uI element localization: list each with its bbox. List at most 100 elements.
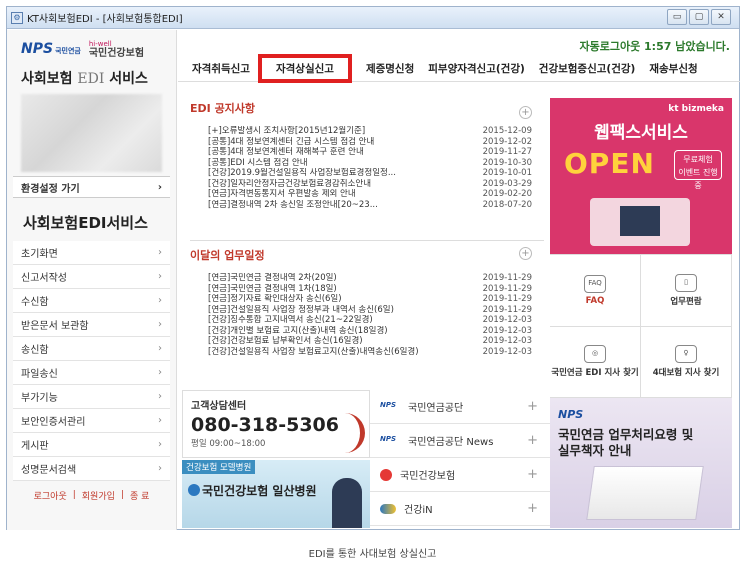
app-window: ⚙ KT사회보험EDI - [사회보험통합EDI] ▭ ▢ ✕ NPS 국민연금 … bbox=[6, 6, 740, 530]
ad-badge: 무료체험 이벤트 진행중 bbox=[674, 150, 722, 190]
plus-icon: + bbox=[527, 467, 538, 482]
user-info-blurred bbox=[21, 94, 162, 172]
notice-item[interactable]: [공통]4대 정보연계센터 재해복구 훈련 안내 2019-11-27 bbox=[208, 147, 532, 158]
manual-title: 국민연금 업무처리요령 및 실무책자 안내 bbox=[558, 427, 694, 458]
sidebar-item-home[interactable]: 초기화면 › bbox=[13, 241, 170, 265]
plus-icon: + bbox=[527, 501, 538, 516]
signup-link[interactable]: 회원가입 bbox=[82, 489, 115, 502]
schedule-item[interactable]: [건강]건설일용직 사업장 보험료고지(산출)내역송신(6일경) 2019-12-… bbox=[208, 347, 532, 358]
chevron-right-icon: › bbox=[157, 181, 162, 193]
four-insurance-branch-link[interactable]: ♀ 4대보험 지사 찾기 bbox=[641, 326, 732, 398]
sidebar-item-certificates[interactable]: 보안인증서관리 › bbox=[13, 409, 170, 433]
sidebar-item-outbox[interactable]: 송신함 › bbox=[13, 337, 170, 361]
chevron-right-icon: › bbox=[158, 367, 162, 378]
model-hospital-banner[interactable]: 건강보험 모델병원 국민건강보험 일산병원 bbox=[182, 460, 370, 528]
notice-panel: EDI 공지사항 + [+]오류발생시 조치사항[2015년12월기준] 2015… bbox=[190, 100, 544, 240]
sidebar-item-doc-search[interactable]: 성명문서검색 › bbox=[13, 457, 170, 481]
chevron-right-icon: › bbox=[158, 415, 162, 426]
minimize-button[interactable]: ▭ bbox=[667, 9, 687, 25]
window-title: KT사회보험EDI - [사회보험통합EDI] bbox=[27, 14, 183, 25]
tab-dependent[interactable]: 피부양자격신고(건강) bbox=[428, 61, 525, 76]
nhis-mark-icon bbox=[188, 484, 200, 496]
sidebar-item-write[interactable]: 신고서작성 › bbox=[13, 265, 170, 289]
notice-item[interactable]: [연금]결정내역 2차 송신일 조정안내[20~23... 2018-07-20 bbox=[208, 200, 532, 211]
figure-caption: EDI를 통한 사대보험 상실신고 bbox=[308, 549, 437, 560]
sidebar-item-inbox[interactable]: 수신함 › bbox=[13, 289, 170, 313]
health-in-icon bbox=[380, 503, 396, 514]
app-icon: ⚙ bbox=[11, 11, 23, 24]
main-content: 자동로그아웃 1:57 남았습니다. 자격취득신고 자격상실신고 제증명신청 피… bbox=[178, 30, 740, 530]
nhis-logo: hi-well 국민건강보험 bbox=[88, 40, 145, 59]
hospital-caption: 건강보험 모델병원 bbox=[182, 460, 256, 474]
chevron-right-icon: › bbox=[158, 463, 162, 474]
link-nps[interactable]: NPS 국민연금공단 + bbox=[370, 390, 550, 424]
nps-icon: NPS bbox=[380, 400, 397, 409]
ad-headline: 웹팩스서비스 bbox=[594, 123, 688, 143]
notice-item[interactable]: [+]오류발생시 조치사항[2015년12월기준] 2015-12-09 bbox=[208, 126, 532, 137]
location-icon: ◎ bbox=[584, 345, 606, 364]
chevron-right-icon: › bbox=[158, 343, 162, 354]
sidebar-menu: 초기화면 › 신고서작성 › 수신함 › 받은문서 보관함 › 송신함 › 파일송신 › 부… bbox=[13, 241, 170, 481]
notice-item[interactable]: [공통]EDI 시스템 점검 안내 2019-10-30 bbox=[208, 158, 532, 169]
notice-item[interactable]: [연금]자격변동통지서 우편발송 제외 안내 2019-02-20 bbox=[208, 189, 532, 200]
doctor-photo bbox=[332, 478, 362, 528]
tab-health-card[interactable]: 건강보험증신고(건강) bbox=[539, 61, 636, 76]
tab-resend[interactable]: 재송부신청 bbox=[649, 61, 697, 76]
schedule-item[interactable]: [연금]건설일용직 사업장 정정부과 내역서 송신(6일) 2019-11-29 bbox=[208, 305, 532, 316]
auto-logout-timer: 자동로그아웃 1:57 남았습니다. bbox=[579, 40, 730, 53]
person-icon: ♀ bbox=[675, 345, 697, 364]
sidebar-item-archive[interactable]: 받은문서 보관함 › bbox=[13, 313, 170, 337]
env-settings-link[interactable]: 환경설정 가기 › bbox=[13, 176, 170, 198]
hospital-name: 국민건강보험 일산병원 bbox=[202, 484, 317, 498]
nhis-icon bbox=[380, 468, 392, 481]
notice-item[interactable]: [건강]2019.9월건설일용직 사업장보험료경정일정... 2019-10-01 bbox=[208, 168, 532, 179]
notice-more-button[interactable]: + bbox=[519, 106, 532, 119]
schedule-more-button[interactable]: + bbox=[519, 247, 532, 260]
faq-icon: FAQ bbox=[584, 274, 606, 293]
book-icon: ▯ bbox=[675, 273, 697, 292]
nps-icon: NPS bbox=[380, 434, 397, 443]
exit-link[interactable]: 종 료 bbox=[130, 489, 149, 502]
link-health-in[interactable]: 건강iN + bbox=[370, 492, 550, 526]
schedule-item[interactable]: [연금]정기자료 확인대상자 송신(6일) 2019-11-29 bbox=[208, 294, 532, 305]
schedule-title: 이달의 업무일정 bbox=[190, 249, 265, 262]
chevron-right-icon: › bbox=[158, 391, 162, 402]
sidebar-item-file-send[interactable]: 파일송신 › bbox=[13, 361, 170, 385]
sidebar-heading: 사회보험EDI서비스 bbox=[23, 214, 148, 232]
maximize-button[interactable]: ▢ bbox=[689, 9, 709, 25]
tab-loss[interactable]: 자격상실신고 bbox=[257, 54, 352, 83]
schedule-item[interactable]: [건강]징수통합 고지내역서 송신(21~22일경) 2019-12-03 bbox=[208, 315, 532, 326]
top-nav-tabs: 자격취득신고 자격상실신고 제증명신청 피부양자격신고(건강) 건강보험증신고(… bbox=[178, 54, 740, 83]
schedule-item[interactable]: [연금]국민연금 결정내역 2차(20일) 2019-11-29 bbox=[208, 273, 532, 284]
faq-link[interactable]: FAQ FAQ bbox=[550, 255, 641, 327]
webfax-ad-banner[interactable]: kt bizmeka 웹팩스서비스 OPEN 무료체험 이벤트 진행중 bbox=[550, 98, 732, 254]
tab-acquisition[interactable]: 자격취득신고 bbox=[192, 61, 250, 76]
sidebar-item-extras[interactable]: 부가기능 › bbox=[13, 385, 170, 409]
notice-item[interactable]: [건강]일자리안정자금건강보험료경감취소안내 2019-03-29 bbox=[208, 179, 532, 190]
close-button[interactable]: ✕ bbox=[711, 9, 731, 25]
call-center-phone: 080-318-5306 bbox=[191, 414, 339, 436]
notice-item[interactable]: [공통]4대 정보연계센터 긴급 시스템 점검 안내 2019-12-02 bbox=[208, 137, 532, 148]
sidebar: NPS 국민연금 hi-well 국민건강보험 사회보험 EDI 서비스 환경설정 … bbox=[7, 30, 177, 530]
plus-icon: + bbox=[527, 399, 538, 414]
chevron-right-icon: › bbox=[158, 319, 162, 330]
schedule-item[interactable]: [건강]건강보험료 납부확인서 송신(16일경) 2019-12-03 bbox=[208, 336, 532, 347]
logout-link[interactable]: 로그아웃 bbox=[34, 489, 67, 502]
nps-branch-link[interactable]: ◎ 국민연금 EDI 지사 찾기 bbox=[550, 326, 641, 398]
schedule-item[interactable]: [건강]개인별 보험료 고지(산출)내역 송신(18일경) 2019-12-03 bbox=[208, 326, 532, 337]
link-nps-news[interactable]: NPS 국민연금공단 News + bbox=[370, 424, 550, 458]
sidebar-item-board[interactable]: 게시판 › bbox=[13, 433, 170, 457]
chevron-right-icon: › bbox=[158, 247, 162, 258]
laptop-illustration bbox=[590, 198, 690, 246]
chevron-right-icon: › bbox=[158, 295, 162, 306]
notice-title: EDI 공지사항 bbox=[190, 102, 256, 115]
book-illustration bbox=[586, 466, 704, 520]
nps-logo-small: NPS bbox=[558, 408, 584, 421]
link-nhis[interactable]: 국민건강보험 + bbox=[370, 458, 550, 492]
schedule-item[interactable]: [연금]국민연금 결정내역 1차(18일) 2019-11-29 bbox=[208, 284, 532, 295]
agency-links: NPS 국민연금공단 + NPS 국민연금공단 News + 국민건강보험 + 건강iN + bbox=[370, 390, 550, 526]
manual-banner[interactable]: NPS 국민연금 업무처리요령 및 실무책자 안내 bbox=[550, 398, 732, 528]
sidebar-bottom-links: 로그아웃 | 회원가입 | 종 료 bbox=[33, 489, 150, 502]
tab-certificate[interactable]: 제증명신청 bbox=[366, 61, 414, 76]
manual-link[interactable]: ▯ 업무편람 bbox=[641, 255, 732, 327]
